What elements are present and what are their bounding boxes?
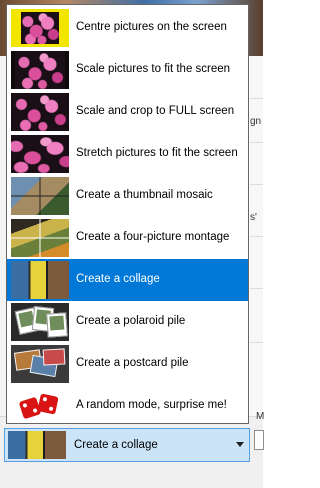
option-polaroid[interactable]: Create a polaroid pile — [7, 301, 248, 343]
option-label: Scale and crop to FULL screen — [76, 105, 235, 117]
option-scale[interactable]: Scale pictures to fit the screen — [7, 49, 248, 91]
scale-thumbnail-icon — [11, 51, 69, 89]
combobox-value: Create a collage — [74, 439, 158, 451]
display-mode-dropdown-list[interactable]: Centre pictures on the screen Scale pict… — [6, 4, 249, 424]
polaroid-thumbnail-icon — [11, 303, 69, 341]
postcard-thumbnail-icon — [11, 345, 69, 383]
option-label: Create a four-picture montage — [76, 231, 230, 243]
option-label: Centre pictures on the screen — [76, 21, 227, 33]
option-label: Create a polaroid pile — [76, 315, 186, 327]
chevron-down-icon[interactable] — [236, 442, 244, 447]
option-mosaic[interactable]: Create a thumbnail mosaic — [7, 175, 248, 217]
display-mode-combobox[interactable]: Create a collage — [4, 428, 250, 462]
option-label: Stretch pictures to fit the screen — [76, 147, 238, 159]
montage-thumbnail-icon — [11, 219, 69, 257]
background-text-fragment: s' — [250, 212, 257, 223]
option-stretch[interactable]: Stretch pictures to fit the screen — [7, 133, 248, 175]
option-centre[interactable]: Centre pictures on the screen — [7, 7, 248, 49]
option-label: Create a collage — [76, 273, 160, 285]
option-postcard[interactable]: Create a postcard pile — [7, 343, 248, 385]
option-montage[interactable]: Create a four-picture montage — [7, 217, 248, 259]
collage-thumbnail-icon — [8, 431, 66, 459]
collage-thumbnail-icon — [11, 261, 69, 299]
option-label: Create a thumbnail mosaic — [76, 189, 213, 201]
background-field[interactable] — [254, 430, 264, 450]
option-label: A random mode, surprise me! — [76, 399, 227, 411]
option-collage[interactable]: Create a collage — [7, 259, 248, 301]
crop-thumbnail-icon — [11, 93, 69, 131]
background-right-panel — [250, 56, 263, 416]
background-text-fragment: gn — [250, 116, 262, 127]
option-label: Create a postcard pile — [76, 357, 189, 369]
mosaic-thumbnail-icon — [11, 177, 69, 215]
option-label: Scale pictures to fit the screen — [76, 63, 231, 75]
centre-thumbnail-icon — [11, 9, 69, 47]
stretch-thumbnail-icon — [11, 135, 69, 173]
option-crop[interactable]: Scale and crop to FULL screen — [7, 91, 248, 133]
option-random[interactable]: A random mode, surprise me! — [7, 385, 248, 427]
background-text-fragment: M — [256, 411, 265, 422]
dice-icon — [11, 387, 69, 425]
